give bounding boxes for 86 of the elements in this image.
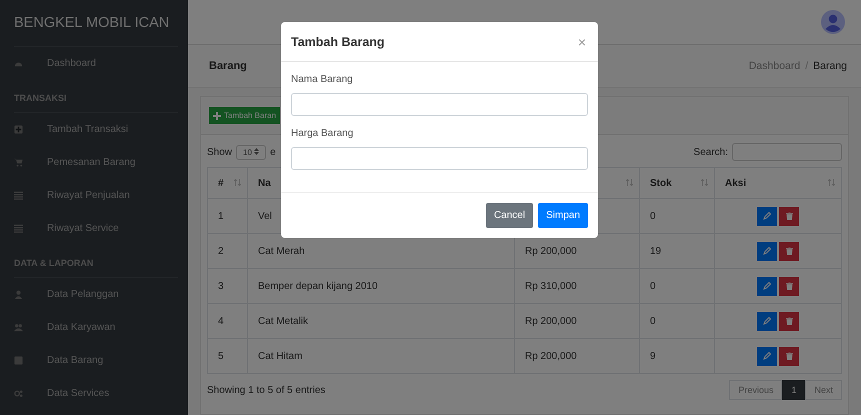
pagination-button[interactable]: Next bbox=[805, 380, 842, 400]
list-icon bbox=[14, 224, 23, 233]
cart-icon bbox=[14, 158, 23, 167]
table-cell: Rp 200,000 bbox=[514, 304, 640, 338]
table-cell: 0 bbox=[640, 198, 714, 234]
sort-icon bbox=[626, 179, 633, 186]
column-header[interactable]: Aksi bbox=[714, 168, 842, 198]
page-size-select[interactable]: 10 bbox=[236, 144, 266, 160]
input-field[interactable] bbox=[291, 147, 588, 170]
column-header[interactable]: Stok bbox=[640, 168, 714, 198]
trash-icon bbox=[786, 352, 793, 360]
sidebar-item[interactable]: Riwayat Service bbox=[14, 212, 178, 245]
square-icon bbox=[14, 356, 23, 365]
table-cell: 4 bbox=[208, 304, 248, 338]
trash-icon bbox=[786, 282, 793, 290]
edit-button[interactable] bbox=[756, 276, 777, 296]
sidebar-item[interactable]: Data Services bbox=[14, 377, 178, 410]
pagination-button[interactable]: Previous bbox=[729, 380, 782, 400]
search-field[interactable] bbox=[732, 143, 842, 161]
trash-icon bbox=[786, 247, 793, 255]
table-cell: Rp 200,000 bbox=[514, 338, 640, 374]
show-label: Show bbox=[207, 146, 232, 158]
table-cell: 0 bbox=[640, 304, 714, 338]
sort-icon bbox=[234, 179, 241, 186]
brand-title: BENGKEL MOBIL ICAN bbox=[14, 0, 178, 47]
table-cell: Cat Hitam bbox=[248, 338, 514, 374]
trash-icon bbox=[786, 317, 793, 325]
list-icon bbox=[14, 191, 23, 200]
edit-button[interactable] bbox=[756, 242, 777, 260]
pagination-button[interactable]: 1 bbox=[782, 380, 806, 400]
plus-icon bbox=[213, 112, 221, 120]
users-icon bbox=[14, 323, 23, 332]
table-cell: Bemper depan kijang 2010 bbox=[248, 268, 514, 304]
modal-title: Tambah Barang bbox=[291, 34, 385, 48]
sidebar-item[interactable]: Dashboard bbox=[14, 47, 178, 80]
add-button[interactable]: Tambah Baran bbox=[209, 107, 280, 124]
breadcrumb-separator: / bbox=[805, 60, 808, 72]
table-cell: Rp 310,000 bbox=[514, 268, 640, 304]
field-label: Nama Barang bbox=[291, 74, 354, 85]
sidebar-item[interactable]: Data Karyawan bbox=[14, 311, 178, 344]
search-label: Search: bbox=[694, 146, 728, 158]
avatar-icon[interactable] bbox=[821, 10, 845, 34]
pencil-icon bbox=[762, 247, 771, 255]
delete-button[interactable] bbox=[779, 242, 800, 260]
sidebar-item[interactable]: Tambah Transaksi bbox=[14, 113, 178, 146]
edit-button[interactable] bbox=[756, 206, 777, 226]
edit-button[interactable] bbox=[756, 346, 777, 366]
pencil-icon bbox=[762, 282, 771, 290]
save-button[interactable]: Simpan bbox=[538, 203, 588, 228]
user-icon bbox=[14, 290, 23, 299]
trash-icon bbox=[786, 212, 793, 220]
table-cell: 2 bbox=[208, 234, 248, 268]
sort-icon bbox=[701, 179, 708, 186]
page-title: Barang bbox=[209, 60, 247, 72]
table-cell: 3 bbox=[208, 268, 248, 304]
cancel-button[interactable]: Cancel bbox=[486, 203, 534, 228]
updown-caret-icon bbox=[254, 148, 260, 154]
entries-info: Showing 1 to 5 of 5 entries bbox=[207, 384, 326, 396]
edit-button[interactable] bbox=[756, 312, 777, 330]
pencil-icon bbox=[762, 317, 771, 325]
field-label: Harga Barang bbox=[291, 128, 354, 139]
entries-label: e bbox=[270, 146, 276, 158]
sort-icon bbox=[828, 179, 835, 186]
pencil-icon bbox=[762, 212, 771, 220]
sidebar-item[interactable]: Data Pelanggan bbox=[14, 278, 178, 311]
pencil-icon bbox=[762, 352, 771, 360]
table-cell: 0 bbox=[640, 268, 714, 304]
sidebar-item[interactable]: Pemesanan Barang bbox=[14, 146, 178, 179]
table-cell: 19 bbox=[640, 234, 714, 268]
gears-icon bbox=[14, 389, 23, 398]
table-cell: Cat Metalik bbox=[248, 304, 514, 338]
input-field[interactable] bbox=[291, 93, 588, 116]
sidebar-item[interactable]: Riwayat Penjualan bbox=[14, 179, 178, 212]
breadcrumb-item: Barang bbox=[813, 60, 847, 72]
breadcrumb-item[interactable]: Dashboard bbox=[748, 60, 800, 72]
delete-button[interactable] bbox=[779, 312, 800, 330]
table-cell: 5 bbox=[208, 338, 248, 374]
delete-button[interactable] bbox=[779, 346, 800, 366]
sidebar-item[interactable]: Data Barang bbox=[14, 344, 178, 377]
plus-square-icon bbox=[14, 125, 23, 134]
close-button[interactable]: × bbox=[576, 34, 588, 50]
table-cell: 9 bbox=[640, 338, 714, 374]
delete-button[interactable] bbox=[779, 276, 800, 296]
delete-button[interactable] bbox=[779, 206, 800, 226]
column-header[interactable]: # bbox=[208, 168, 248, 198]
table-cell: 1 bbox=[208, 198, 248, 234]
